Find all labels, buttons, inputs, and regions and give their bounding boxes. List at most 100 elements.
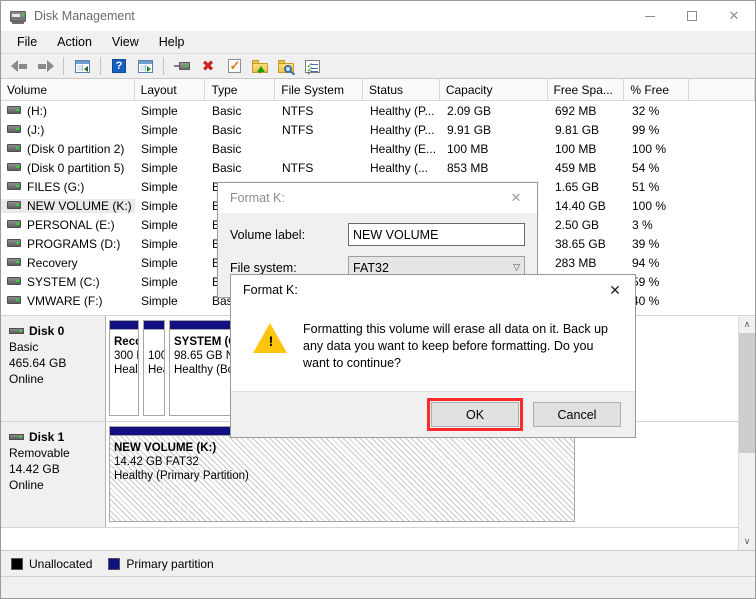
forward-button[interactable]: [33, 55, 57, 77]
maximize-button[interactable]: [671, 1, 713, 31]
volume-row[interactable]: (H:) Simple Basic NTFS Healthy (P... 2.09 GB 6…: [1, 101, 755, 120]
format-dialog-body: Volume label: NEW VOLUME File system: FA…: [218, 213, 537, 279]
partition-details: 100 MB Healthy (EFI System Par: [144, 330, 164, 415]
status-bar: [1, 576, 755, 598]
rescan-disks-button[interactable]: [170, 55, 194, 77]
volume-status-cell: Healthy (...: [370, 160, 429, 175]
close-icon: ✕: [728, 8, 740, 24]
volume-fs-cell: NTFS: [282, 122, 314, 137]
toolbar-separator: [100, 57, 101, 75]
volume-type-cell: Basic: [212, 122, 242, 137]
window-controls: ✕: [629, 1, 755, 31]
delete-button[interactable]: ✖: [196, 55, 220, 77]
legend-label: Unallocated: [29, 556, 93, 571]
volume-pct-cell: 99 %: [632, 122, 660, 137]
show-hide-console-tree-button[interactable]: [70, 55, 94, 77]
confirm-dialog-content: ! Formatting this volume will erase all …: [231, 305, 635, 391]
volume-name-label: PERSONAL (E:): [27, 217, 115, 232]
menu-view[interactable]: View: [102, 33, 149, 51]
minimize-icon: [645, 15, 655, 17]
volume-pct-cell: 54 %: [632, 160, 660, 175]
volume-layout-cell: Simple: [141, 198, 178, 213]
volume-row[interactable]: (Disk 0 partition 2) Simple Basic Healthy (…: [1, 139, 755, 158]
volume-row[interactable]: (J:) Simple Basic NTFS Healthy (P... 9.91 GB 9…: [1, 120, 755, 139]
properties-list-button[interactable]: ✓ ✓ ✓: [300, 55, 324, 77]
column-header-status[interactable]: Status: [363, 79, 440, 100]
volume-name-cell: (Disk 0 partition 5): [1, 161, 135, 175]
graphic-pane-scrollbar[interactable]: ∧ ∨: [738, 316, 755, 550]
column-header-free-spa[interactable]: Free Spa...: [547, 79, 625, 100]
volume-capacity-cell: 100 MB: [447, 141, 489, 156]
volume-name-cell: (J:): [1, 123, 135, 137]
disk-info-panel[interactable]: Disk 0 Basic 465.64 GB Online: [1, 316, 106, 421]
column-header-blank[interactable]: [689, 79, 755, 100]
check-icon: [227, 58, 241, 74]
disk-partition[interactable]: Recovery 300 MB NTFS Healthy (OEM Partitio…: [109, 320, 139, 416]
show-hide-action-pane-button[interactable]: [133, 55, 157, 77]
scrollbar-track[interactable]: [738, 333, 755, 533]
scrollbar-thumb[interactable]: [738, 333, 755, 453]
column-header-free[interactable]: % Free: [624, 79, 690, 100]
warning-exclamation: !: [268, 333, 274, 349]
volume-layout-cell: Simple: [141, 160, 178, 175]
volume-pct-cell: 32 %: [632, 103, 660, 118]
disk-size: 14.42 GB: [9, 462, 60, 476]
partition-name: Recovery: [114, 336, 138, 348]
column-header-file-system[interactable]: File System: [275, 79, 364, 100]
column-header-type[interactable]: Type: [205, 79, 276, 100]
close-button[interactable]: ✕: [713, 1, 755, 31]
folder-search-button[interactable]: [274, 55, 298, 77]
close-icon: ✕: [510, 190, 522, 205]
volume-name-label: FILES (G:): [27, 179, 85, 194]
format-dialog-close-button[interactable]: ✕: [495, 183, 537, 213]
column-header-volume[interactable]: Volume: [1, 79, 135, 100]
help-button[interactable]: ?: [107, 55, 131, 77]
menu-help[interactable]: Help: [149, 33, 195, 51]
folder-search-icon: [278, 59, 296, 75]
menu-file[interactable]: File: [7, 33, 47, 51]
volume-layout-cell: Simple: [141, 103, 178, 118]
disk-state: Online: [9, 478, 44, 492]
volume-label-input[interactable]: NEW VOLUME: [348, 223, 525, 246]
disk-title: Disk 0: [9, 323, 105, 339]
volume-name-cell: VMWARE (F:): [1, 294, 135, 308]
disk-partition[interactable]: NEW VOLUME (K:) 14.42 GB FAT32 Healthy (Pr…: [109, 426, 575, 522]
toolbar-separator: [63, 57, 64, 75]
show-hide-console-tree-icon: [74, 59, 90, 73]
volume-name-cell: (Disk 0 partition 2): [1, 142, 135, 156]
format-dialog-title-bar: Format K: ✕: [218, 183, 537, 213]
minimize-button[interactable]: [629, 1, 671, 31]
confirm-format-dialog: Format K: ✕ ! Formatting this volume wil…: [230, 274, 636, 438]
confirm-dialog-close-button[interactable]: ✕: [595, 275, 635, 305]
disk-state: Online: [9, 372, 44, 386]
volume-label-row: Volume label: NEW VOLUME: [230, 223, 525, 246]
column-header-capacity[interactable]: Capacity: [439, 79, 548, 100]
volume-pct-cell: 100 %: [632, 198, 667, 213]
cancel-button[interactable]: Cancel: [533, 402, 621, 427]
disk-partition[interactable]: 100 MB Healthy (EFI System Par: [143, 320, 165, 416]
column-header-layout[interactable]: Layout: [134, 79, 206, 100]
ok-button[interactable]: OK: [427, 398, 523, 431]
volume-drive-icon: [7, 182, 21, 191]
properties-check-button[interactable]: [222, 55, 246, 77]
legend-swatch: [108, 557, 121, 570]
confirm-dialog-footer: OK Cancel: [231, 391, 635, 437]
volume-drive-icon: [7, 258, 21, 267]
volume-label-caption: Volume label:: [230, 227, 306, 242]
menu-action[interactable]: Action: [47, 33, 102, 51]
folder-up-button[interactable]: [248, 55, 272, 77]
disk-kind: Basic: [9, 340, 39, 354]
volume-layout-cell: Simple: [141, 217, 178, 232]
scroll-down-button[interactable]: ∨: [738, 533, 755, 550]
volume-free-cell: 283 MB: [555, 255, 597, 270]
legend-swatch: [11, 557, 23, 570]
disk-info-panel[interactable]: Disk 1 Removable 14.42 GB Online: [1, 422, 106, 527]
volume-drive-icon: [7, 106, 21, 115]
partition-color-bar: [144, 321, 164, 330]
volume-name-label: (Disk 0 partition 2): [27, 141, 125, 156]
legend-item: Primary partition: [108, 557, 214, 571]
volume-row[interactable]: (Disk 0 partition 5) Simple Basic NTFS Healt…: [1, 158, 755, 177]
scroll-up-button[interactable]: ∧: [738, 316, 755, 333]
volume-pct-cell: 100 %: [632, 141, 667, 156]
back-button[interactable]: [7, 55, 31, 77]
